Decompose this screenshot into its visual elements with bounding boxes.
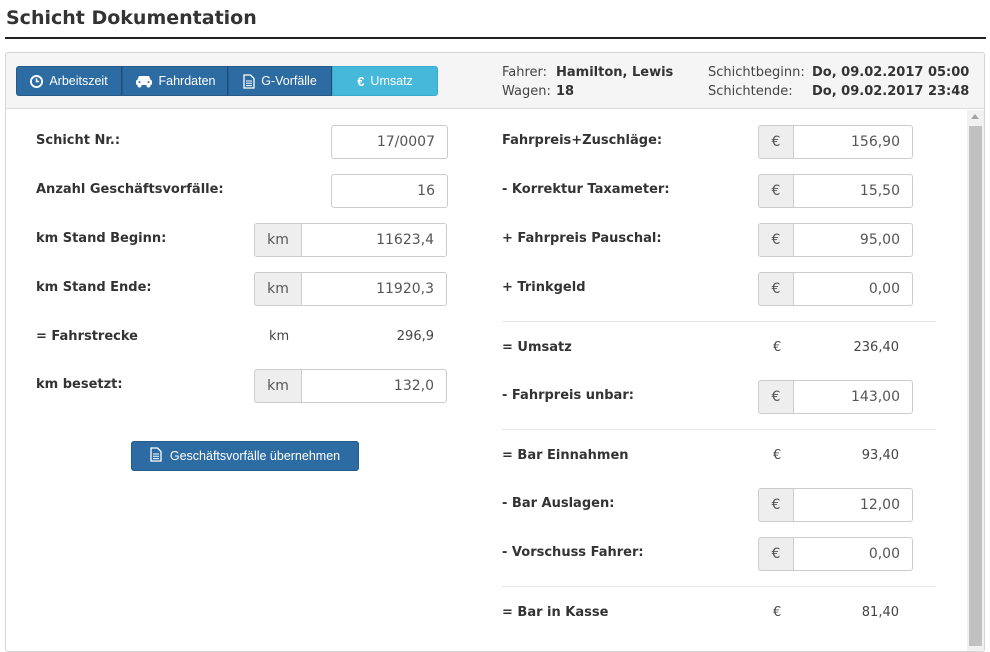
km-occupied-group: km 132,0 xyxy=(254,369,447,403)
km-unit-addon: km xyxy=(254,369,301,403)
distance-unit: km xyxy=(269,329,290,344)
tab-label: Fahrdaten xyxy=(158,74,216,88)
tip-input[interactable]: 0,00 xyxy=(793,272,913,306)
driver-info: Fahrer: Hamilton, Lewis Wagen: 18 xyxy=(502,63,673,101)
car-label: Wagen: xyxy=(502,84,551,99)
cash-in-till-currency: € xyxy=(773,605,782,620)
km-occupied-label: km besetzt: xyxy=(36,377,123,392)
cash-income-currency: € xyxy=(773,448,782,463)
tab-label: G-Vorfälle xyxy=(261,74,317,88)
euro-addon: € xyxy=(758,174,793,208)
driver-advance-group: € 0,00 xyxy=(758,537,913,571)
shift-start: Do, 09.02.2017 05:00 xyxy=(812,65,970,80)
km-occupied-input[interactable]: 132,0 xyxy=(301,369,447,403)
shift-number-input[interactable]: 17/0007 xyxy=(331,125,448,159)
vertical-scrollbar[interactable] xyxy=(967,110,984,651)
km-start-group: km 11623,4 xyxy=(254,223,447,257)
km-unit-addon: km xyxy=(254,223,301,257)
meter-correction-input[interactable]: 15,50 xyxy=(793,174,913,208)
scrollbar-thumb[interactable] xyxy=(969,126,982,646)
cashless-fare-input[interactable]: 143,00 xyxy=(793,380,913,414)
meter-correction-label: - Korrektur Taxameter: xyxy=(502,182,670,197)
tab-label: Arbeitszeit xyxy=(49,74,108,88)
panel-header: Arbeitszeit Fahrdaten G-Vorfälle € Umsat… xyxy=(6,53,984,109)
tab-button-group: Arbeitszeit Fahrdaten G-Vorfälle € Umsat… xyxy=(16,66,438,96)
page-title: Schicht Dokumentation xyxy=(6,7,257,29)
km-start-input[interactable]: 11623,4 xyxy=(301,223,447,257)
cash-income-value: 93,40 xyxy=(861,448,899,463)
flat-fare-label: + Fahrpreis Pauschal: xyxy=(502,231,662,246)
driver-advance-label: - Vorschuss Fahrer: xyxy=(502,545,644,560)
cash-expenses-group: € 12,00 xyxy=(758,488,913,522)
km-end-label: km Stand Ende: xyxy=(36,280,152,295)
cash-in-till-value: 81,40 xyxy=(861,605,899,620)
cash-in-till-label: = Bar in Kasse xyxy=(502,605,609,620)
fare-surcharges-input[interactable]: 156,90 xyxy=(793,125,913,159)
tip-group: € 0,00 xyxy=(758,272,913,306)
distance-label: = Fahrstrecke xyxy=(36,329,138,344)
shift-panel: Arbeitszeit Fahrdaten G-Vorfälle € Umsat… xyxy=(5,52,985,652)
divider xyxy=(502,429,936,430)
tab-fahrdaten[interactable]: Fahrdaten xyxy=(122,66,228,96)
euro-addon: € xyxy=(758,125,793,159)
transactions-count-label: Anzahl Geschäftsvorfälle: xyxy=(36,182,224,197)
cash-income-label: = Bar Einnahmen xyxy=(502,448,629,463)
flat-fare-input[interactable]: 95,00 xyxy=(793,223,913,257)
document-icon xyxy=(243,73,255,89)
fare-surcharges-label: Fahrpreis+Zuschläge: xyxy=(502,133,663,148)
shift-number-label: Schicht Nr.: xyxy=(36,133,121,148)
euro-addon: € xyxy=(758,537,793,571)
km-end-input[interactable]: 11920,3 xyxy=(301,272,447,306)
km-unit-addon: km xyxy=(254,272,301,306)
shift-times: Schichtbeginn: Do, 09.02.2017 05:00 Schic… xyxy=(708,63,969,101)
transactions-count-input[interactable]: 16 xyxy=(331,174,448,208)
driver-label: Fahrer: xyxy=(502,65,548,80)
shift-end-label: Schichtende: xyxy=(708,84,793,99)
cashless-fare-group: € 143,00 xyxy=(758,380,913,414)
cash-expenses-input[interactable]: 12,00 xyxy=(793,488,913,522)
car-icon xyxy=(135,75,153,88)
clock-icon xyxy=(30,74,44,88)
cashless-fare-label: - Fahrpreis unbar: xyxy=(502,388,634,403)
euro-addon: € xyxy=(758,272,793,306)
tab-g-vorfaelle[interactable]: G-Vorfälle xyxy=(228,66,332,96)
flat-fare-group: € 95,00 xyxy=(758,223,913,257)
revenue-currency: € xyxy=(773,340,782,355)
distance-value: 296,9 xyxy=(396,329,434,344)
driver-advance-input[interactable]: 0,00 xyxy=(793,537,913,571)
divider xyxy=(502,586,936,587)
driver-name: Hamilton, Lewis xyxy=(556,65,674,80)
car-number: 18 xyxy=(556,84,575,99)
tab-label: Umsatz xyxy=(370,74,413,88)
apply-transactions-label: Geschäftsvorfälle übernehmen xyxy=(169,449,341,463)
cash-expenses-label: - Bar Auslagen: xyxy=(502,496,615,511)
tab-arbeitszeit[interactable]: Arbeitszeit xyxy=(16,66,122,96)
shift-start-label: Schichtbeginn: xyxy=(708,65,805,80)
km-start-label: km Stand Beginn: xyxy=(36,231,167,246)
shift-end: Do, 09.02.2017 23:48 xyxy=(812,84,970,99)
meter-correction-group: € 15,50 xyxy=(758,174,913,208)
euro-addon: € xyxy=(758,488,793,522)
km-end-group: km 11920,3 xyxy=(254,272,447,306)
fare-surcharges-group: € 156,90 xyxy=(758,125,913,159)
euro-addon: € xyxy=(758,380,793,414)
euro-addon: € xyxy=(758,223,793,257)
apply-transactions-button[interactable]: Geschäftsvorfälle übernehmen xyxy=(131,441,359,471)
divider xyxy=(502,321,936,322)
euro-icon: € xyxy=(357,73,365,89)
tip-label: + Trinkgeld xyxy=(502,280,586,295)
document-icon xyxy=(150,447,162,465)
scroll-up-arrow-icon[interactable] xyxy=(971,114,979,119)
revenue-label: = Umsatz xyxy=(502,340,572,355)
tab-umsatz[interactable]: € Umsatz xyxy=(332,66,438,96)
title-divider xyxy=(5,37,986,39)
revenue-value: 236,40 xyxy=(853,340,900,355)
